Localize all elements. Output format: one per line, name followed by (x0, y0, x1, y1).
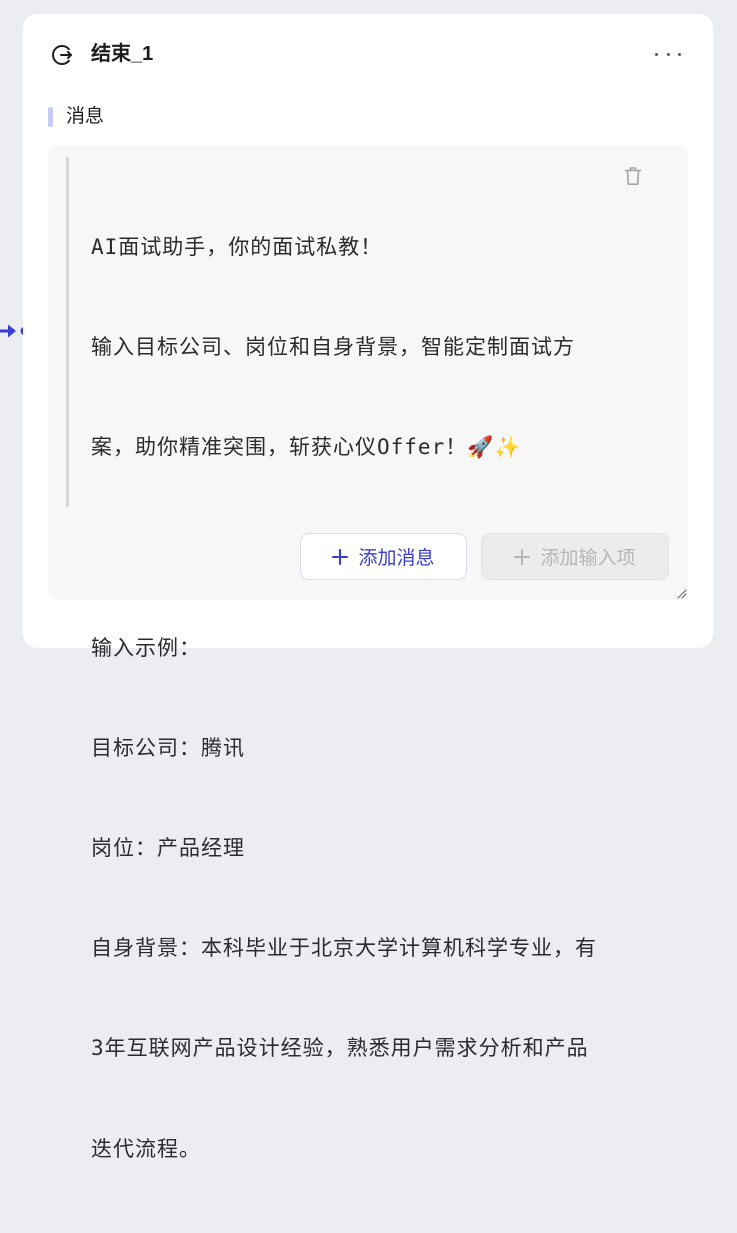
add-input-button[interactable]: 添加输入项 (481, 533, 669, 580)
add-message-button[interactable]: 添加消息 (300, 533, 467, 580)
more-dot (655, 52, 658, 56)
more-options-icon[interactable] (655, 44, 681, 64)
message-line: 目标公司：腾讯 (91, 735, 245, 760)
message-line: 输入示例： (91, 635, 201, 660)
resize-handle-icon[interactable] (675, 587, 687, 599)
message-line: 3年互联网产品设计经验，熟悉用户需求分析和产品 (91, 1036, 589, 1061)
message-line: 输入目标公司、岗位和自身背景，智能定制面试方 (91, 335, 575, 360)
trash-icon[interactable] (624, 166, 642, 186)
add-input-label: 添加输入项 (540, 548, 636, 569)
message-line: 迭代流程。 (91, 1136, 201, 1161)
section-label-message: 消息 (66, 106, 105, 127)
message-content[interactable]: AI面试助手，你的面试私教！ 输入目标公司、岗位和自身背景，智能定制面试方 案，… (91, 164, 597, 1233)
node-title[interactable]: 结束_1 (91, 41, 153, 67)
add-message-label: 添加消息 (358, 548, 435, 569)
message-line: AI面试助手，你的面试私教！ (91, 234, 383, 259)
exit-icon (52, 45, 72, 65)
end-node-card[interactable]: 结束_1 消息 AI面试助手，你的面试私教！ 输入目标公司、岗位和自身背景，智能… (23, 14, 713, 1161)
message-line: 案，助你精准突围，斩获心仪Offer！🚀✨ (91, 435, 522, 460)
section-accent-bar (48, 107, 53, 127)
message-editor[interactable]: AI面试助手，你的面试私教！ 输入目标公司、岗位和自身背景，智能定制面试方 案，… (48, 146, 688, 1161)
quote-border (66, 157, 69, 507)
plus-icon (332, 548, 349, 565)
more-dot (666, 52, 670, 56)
message-line: 自身背景：本科毕业于北京大学计算机科学专业，有 (91, 936, 597, 961)
message-line: 岗位：产品经理 (91, 836, 245, 861)
plus-icon (514, 548, 531, 565)
more-dot (678, 52, 681, 56)
